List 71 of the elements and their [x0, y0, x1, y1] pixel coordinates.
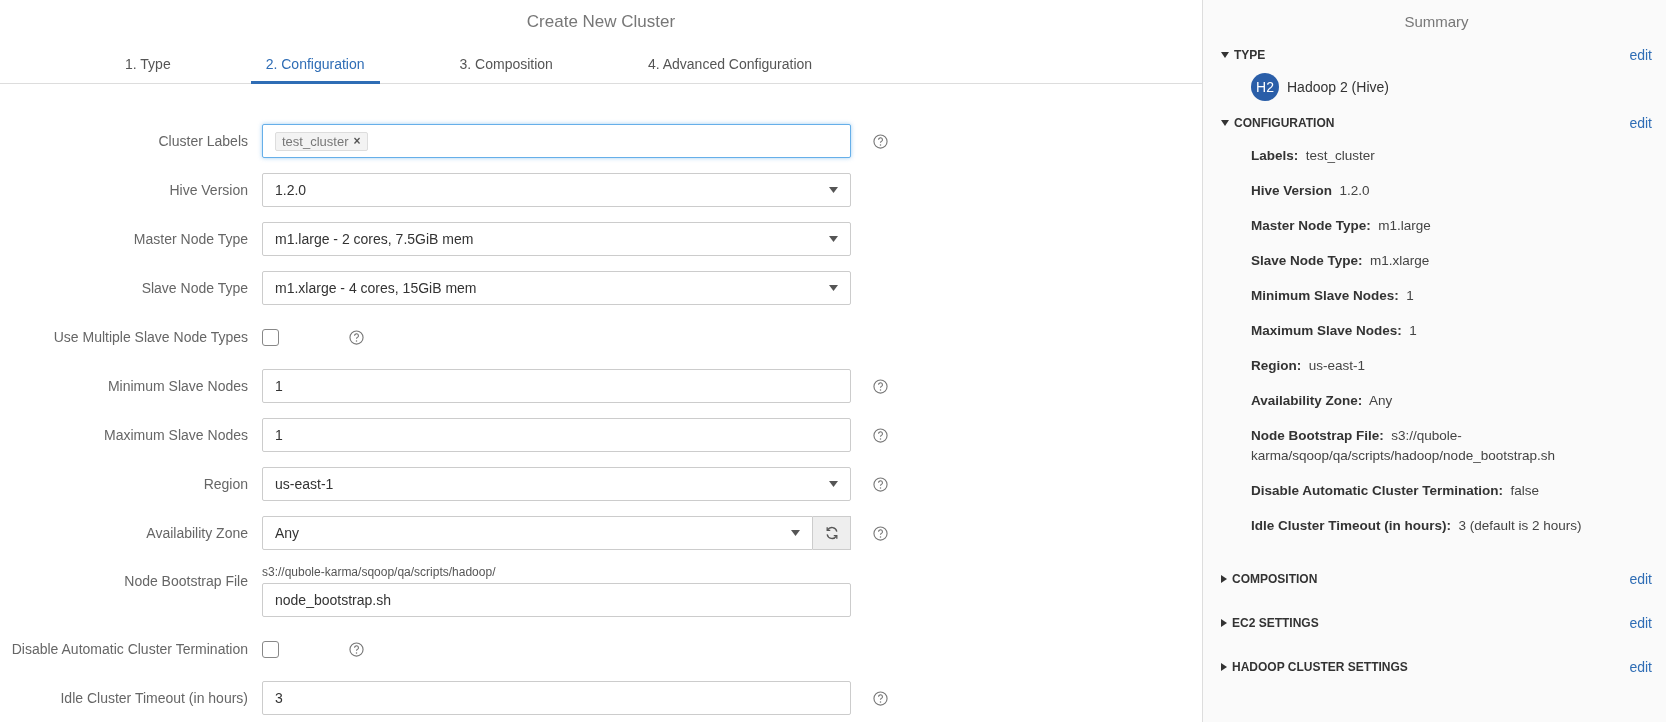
edit-link[interactable]: edit [1629, 571, 1652, 587]
field-label: Use Multiple Slave Node Types [52, 329, 248, 345]
select-field[interactable]: m1.xlarge - 4 cores, 15GiB mem [262, 271, 851, 305]
summary-item: Hive Version 1.2.0 [1251, 182, 1371, 200]
type-badge: H2 [1251, 73, 1279, 101]
step-tab[interactable]: 1. Type [110, 46, 186, 84]
field-label: Slave Node Type [140, 280, 248, 296]
edit-link[interactable]: edit [1629, 659, 1652, 675]
step-tab[interactable]: 3. Composition [444, 46, 568, 84]
edit-link[interactable]: edit [1629, 47, 1652, 63]
select-field[interactable]: Any [262, 516, 813, 550]
summary-item: Idle Cluster Timeout (in hours): 3 (default is 2 hours) [1251, 517, 1583, 535]
field-label: Disable Automatic Cluster Termination [10, 641, 248, 657]
help-icon[interactable] [873, 525, 888, 541]
select-field[interactable]: 1.2.0 [262, 173, 851, 207]
help-icon[interactable] [873, 476, 888, 492]
field-label: Idle Cluster Timeout (in hours) [59, 690, 248, 706]
summary-title: Summary [1404, 13, 1469, 30]
caret-icon [791, 530, 800, 536]
section-header[interactable]: TYPE [1221, 48, 1266, 62]
summary-item: Labels: test_cluster [1251, 147, 1376, 165]
field-label: Region [202, 476, 248, 492]
input-field[interactable]: 3 [262, 681, 851, 715]
cluster-type: Hadoop 2 (Hive) [1287, 79, 1389, 95]
input-field[interactable]: node_bootstrap.sh [262, 583, 851, 617]
edit-link[interactable]: edit [1629, 615, 1652, 631]
field-label: Maximum Slave Nodes [103, 427, 248, 443]
select-field[interactable]: us-east-1 [262, 467, 851, 501]
labels-field[interactable]: test_cluster × [262, 124, 851, 158]
refresh-button[interactable] [813, 516, 851, 550]
summary-item: Slave Node Type: m1.xlarge [1251, 252, 1431, 270]
checkbox[interactable] [262, 328, 279, 346]
checkbox[interactable] [262, 640, 279, 658]
input-field[interactable]: 1 [262, 369, 851, 403]
field-label: Master Node Type [132, 231, 248, 247]
field-label: Cluster Labels [157, 133, 248, 149]
field-label: Hive Version [168, 182, 248, 198]
section-header[interactable]: HADOOP CLUSTER SETTINGS [1221, 660, 1408, 674]
help-icon[interactable] [873, 133, 888, 149]
summary-item: Minimum Slave Nodes: 1 [1251, 287, 1415, 305]
help-icon[interactable] [873, 427, 888, 443]
field-label: Node Bootstrap File [123, 573, 248, 589]
help-icon[interactable] [349, 641, 364, 657]
select-field[interactable]: m1.large - 2 cores, 7.5GiB mem [262, 222, 851, 256]
section-header[interactable]: CONFIGURATION [1221, 116, 1335, 130]
step-tab[interactable]: 2. Configuration [250, 46, 380, 84]
remove-tag-button[interactable]: × [353, 134, 361, 148]
field-label: Availability Zone [145, 525, 248, 541]
section-header[interactable]: COMPOSITION [1221, 572, 1318, 586]
caret-icon [829, 481, 838, 487]
help-icon[interactable] [873, 378, 888, 394]
section-header[interactable]: EC2 SETTINGS [1221, 616, 1319, 630]
summary-item: Maximum Slave Nodes: 1 [1251, 322, 1418, 340]
summary-item: Master Node Type: m1.large [1251, 217, 1432, 235]
path-prefix: s3://qubole-karma/sqoop/qa/scripts/hadoop/ [262, 565, 497, 581]
summary-item: Region: us-east-1 [1251, 357, 1367, 375]
summary-item: Node Bootstrap File: s3://qubole-karma/sqoop/qa/scripts/hadoop/node_bootstrap.sh [1251, 427, 1556, 465]
caret-icon [829, 187, 838, 193]
input-field[interactable]: 1 [262, 418, 851, 452]
help-icon[interactable] [349, 329, 364, 345]
summary-item: Disable Automatic Cluster Termination: false [1251, 482, 1541, 500]
field-label: Minimum Slave Nodes [106, 378, 248, 394]
page-title: Create New Cluster [526, 11, 676, 33]
caret-icon [829, 285, 838, 291]
caret-icon [829, 236, 838, 242]
refresh-icon [824, 526, 839, 540]
step-tab[interactable]: 4. Advanced Configuration [632, 46, 828, 84]
edit-link[interactable]: edit [1629, 115, 1652, 131]
help-icon[interactable] [873, 690, 888, 706]
summary-item: Availability Zone: Any [1251, 392, 1394, 410]
label-tag: test_cluster × [275, 131, 368, 151]
